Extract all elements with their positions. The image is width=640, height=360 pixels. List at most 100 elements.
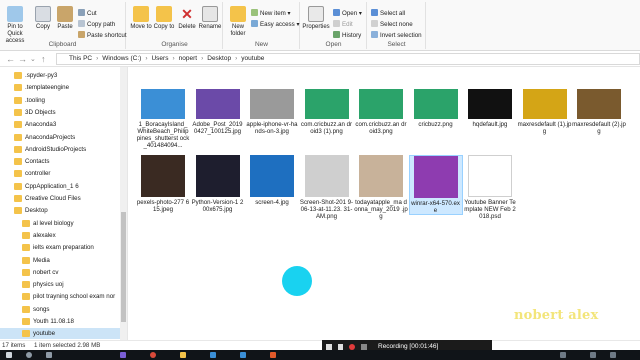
file-item[interactable]: cricbuzz.png (409, 85, 463, 128)
breadcrumb-windows-c[interactable]: Windows (C:) (102, 55, 141, 62)
nav-item-label: Youth 11.08.18 (33, 318, 74, 325)
nav-item-label: songs (33, 305, 50, 313)
nav-item[interactable]: Contacts (0, 156, 120, 167)
app-icon[interactable] (120, 352, 126, 358)
task-view-icon[interactable] (46, 352, 52, 358)
rename-button[interactable]: Rename (198, 6, 222, 31)
nav-item[interactable]: .tooling (0, 95, 120, 106)
file-item[interactable]: Python-Version-1 200x675.jpg (191, 155, 245, 213)
status-selected: 1 item selected 2.98 MB (34, 342, 101, 349)
file-item[interactable]: hqdefault.jpg (463, 85, 517, 128)
delete-button[interactable]: ✕ Delete (175, 6, 199, 31)
file-item[interactable]: Youtube Banner Template NEW Feb 2018.psd (463, 155, 517, 220)
browser-icon[interactable] (150, 352, 156, 358)
select-none-button[interactable]: Select none (371, 20, 413, 29)
nav-item[interactable]: physics uoj (0, 279, 120, 290)
file-item[interactable]: todayatapple_ma donna_may_2019 .jpg (354, 155, 408, 220)
recent-chevron-icon[interactable]: ⌄ (30, 55, 36, 63)
file-item[interactable]: Screen-Shot-201 9-06-13-at-11.23. 31-AM.… (300, 155, 354, 220)
nav-item[interactable]: Youth 11.08.18 (0, 316, 120, 327)
nav-item[interactable]: .templateengine (0, 82, 120, 93)
select-all-button[interactable]: Select all (371, 9, 405, 18)
tray-icon[interactable] (560, 352, 566, 358)
search-icon[interactable] (26, 352, 32, 358)
file-name: apple-iphone-vr-hands-on-3.jpg (246, 121, 298, 135)
nav-item[interactable]: AndroidStudioProjects (0, 144, 120, 155)
history-button[interactable]: History (333, 31, 361, 40)
file-item[interactable]: com.cricbuzz.an droid3 (1).png (300, 85, 354, 135)
file-name: hqdefault.jpg (472, 121, 508, 128)
nav-item[interactable]: Media (0, 255, 120, 266)
nav-item[interactable]: .spyder-py3 (0, 70, 120, 81)
properties-button[interactable]: Properties (301, 6, 331, 31)
mail-icon[interactable] (240, 352, 246, 358)
copy-to-button[interactable]: Copy to (152, 6, 176, 31)
file-item[interactable]: maxresdefault (2).jpg (572, 85, 626, 135)
back-arrow-icon[interactable]: ← (6, 54, 15, 64)
file-thumbnail (577, 89, 621, 119)
nav-item[interactable]: Creative Cloud Files (0, 193, 120, 204)
nav-item[interactable]: controller (0, 168, 120, 179)
file-item[interactable]: maxresdefault (1).jpg (518, 85, 572, 135)
paste-shortcut-button[interactable]: Paste shortcut (78, 31, 127, 40)
folder-icon (22, 330, 30, 338)
file-item[interactable]: com.cricbuzz.an droid3.png (354, 85, 408, 135)
file-item[interactable]: pexels-photo-277 615.jpeg (136, 155, 190, 213)
file-thumbnail (141, 89, 185, 119)
file-name: 1_BoracayIsland_WhiteBeach_Philippines_s… (136, 121, 190, 149)
breadcrumb-youtube[interactable]: youtube (241, 55, 264, 62)
easy-access-button[interactable]: Easy access ▾ (251, 20, 300, 29)
new-folder-button[interactable]: New folder (226, 6, 250, 38)
breadcrumb[interactable]: This PC › Windows (C:) › Users › nopert › Deskto… (56, 53, 640, 65)
file-explorer-icon[interactable] (180, 352, 186, 358)
nav-item[interactable]: ielts exam preparation (0, 242, 120, 253)
nav-scrollbar-thumb[interactable] (121, 212, 126, 322)
network-icon[interactable] (590, 352, 596, 358)
start-icon[interactable] (6, 352, 12, 358)
breadcrumb-users[interactable]: Users (151, 55, 168, 62)
store-icon[interactable] (210, 352, 216, 358)
nav-scrollbar[interactable] (120, 67, 127, 340)
breadcrumb-nopert[interactable]: nopert (179, 55, 197, 62)
nav-item[interactable]: Anaconda3 (0, 119, 120, 130)
nav-item-label: .tooling (25, 96, 45, 104)
nav-item[interactable]: Desktop (0, 205, 120, 216)
folder-icon (22, 244, 30, 252)
file-item[interactable]: winrar-x64-570.ex e (408, 155, 463, 215)
nav-item[interactable]: CppApplication_1 6 (0, 181, 120, 192)
nav-item[interactable]: AnacondaProjects (0, 132, 120, 143)
nav-item[interactable]: youtube (0, 328, 120, 340)
pin-quick-access-button[interactable]: Pin to Quick access (0, 6, 30, 45)
nav-item[interactable]: al level biology (0, 218, 120, 229)
cut-button[interactable]: Cut (78, 9, 97, 18)
breadcrumb-this-pc[interactable]: This PC (69, 55, 92, 62)
breadcrumb-desktop[interactable]: Desktop (207, 55, 231, 62)
organise-group-label: Organise (161, 41, 188, 48)
open-button[interactable]: Open ▾ (333, 9, 362, 18)
nav-item[interactable]: songs (0, 304, 120, 315)
organise-group: Move to Copy to ✕ Delete Rename Organise (127, 2, 223, 49)
volume-icon[interactable] (610, 352, 616, 358)
file-name: com.cricbuzz.an droid3.png (355, 121, 407, 135)
nav-item[interactable]: 3D Objects (0, 107, 120, 118)
move-to-button[interactable]: Move to (129, 6, 153, 31)
nav-item[interactable]: nobert cv (0, 267, 120, 278)
file-item[interactable]: Adobe_Post_2019 0427_100125.jpg (191, 85, 245, 135)
nav-item[interactable]: pilot trayning school exam nor (0, 291, 120, 302)
copy-button[interactable]: Copy (31, 6, 55, 31)
file-item[interactable]: screen-4.jpg (245, 155, 299, 206)
media-icon[interactable] (270, 352, 276, 358)
invert-selection-button[interactable]: Invert selection (371, 31, 422, 40)
copy-path-button[interactable]: Copy path (78, 20, 115, 29)
new-item-button[interactable]: New item ▾ (251, 9, 291, 18)
nav-item[interactable]: alexalex (0, 230, 120, 241)
file-thumbnail (468, 89, 512, 119)
file-item[interactable]: 1_BoracayIsland_WhiteBeach_Philippines_s… (136, 85, 190, 149)
file-name: pexels-photo-277 615.jpeg (136, 199, 190, 213)
paste-button[interactable]: Paste (53, 6, 77, 31)
forward-arrow-icon[interactable]: → (18, 54, 27, 64)
file-item[interactable]: apple-iphone-vr-hands-on-3.jpg (245, 85, 299, 135)
folder-icon (22, 293, 30, 301)
edit-button[interactable]: Edit (333, 20, 353, 29)
up-arrow-icon[interactable]: ↑ (41, 54, 46, 64)
